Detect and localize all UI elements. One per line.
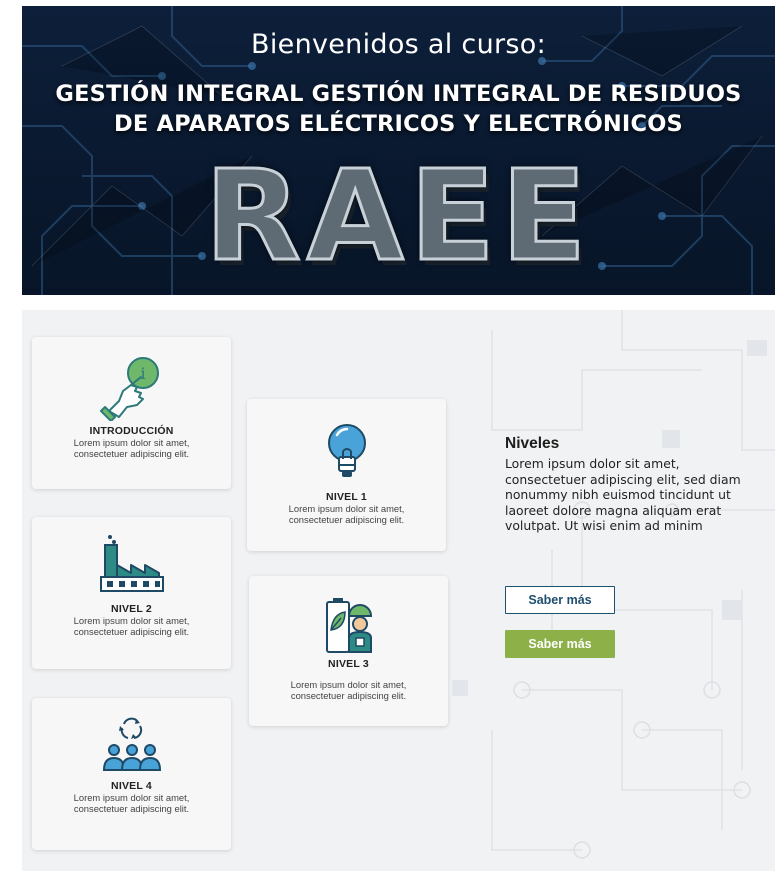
course-title: GESTIÓN INTEGRAL GESTIÓN INTEGRAL DE RES… (22, 79, 775, 139)
card-nivel-4[interactable]: NIVEL 4 Lorem ipsum dolor sit amet, cons… (32, 698, 231, 850)
card-description-line-1: Lorem ipsum dolor sit amet, (288, 503, 405, 514)
niveles-title: Niveles (505, 435, 560, 452)
course-banner: Bienvenidos al curso: GESTIÓN INTEGRAL G… (22, 6, 775, 295)
card-description-line-2: consectetuer adipiscing elit. (73, 448, 190, 459)
factory-icon (99, 535, 164, 592)
raee-logo-text: RAEE (22, 143, 775, 291)
card-description-line-2: consectetuer adipiscing elit. (73, 803, 190, 814)
lightbulb-icon (327, 424, 366, 477)
card-description-line-1: Lorem ipsum dolor sit amet, (290, 679, 407, 690)
card-description-line-1: Lorem ipsum dolor sit amet, (73, 437, 190, 448)
course-title-line-2: DE APARATOS ELÉCTRICOS Y ELECTRÓNICOS (114, 111, 683, 137)
card-title: INTRODUCCIÓN (89, 425, 174, 437)
card-description-line-2: consectetuer adipiscing elit. (73, 626, 190, 637)
card-nivel-3[interactable]: NIVEL 3 Lorem ipsum dolor sit amet, cons… (249, 576, 448, 726)
niveles-section: Niveles Lorem ipsum dolor sit amet, cons… (505, 435, 765, 534)
saber-mas-solid-button[interactable]: Saber más (505, 630, 615, 658)
hand-pointer-info-icon: i (99, 357, 159, 421)
card-title: NIVEL 3 (328, 658, 369, 670)
card-title: NIVEL 2 (111, 603, 152, 615)
recycle-people-icon (102, 717, 161, 771)
card-description-line-2: consectetuer adipiscing elit. (290, 690, 407, 701)
card-description-line-1: Lorem ipsum dolor sit amet, (73, 792, 190, 803)
card-introduccion[interactable]: i INTRODUCCIÓN Lorem ipsum dolor sit ame… (32, 337, 231, 489)
saber-mas-outline-button[interactable]: Saber más (505, 586, 615, 614)
course-title-line-1: GESTIÓN INTEGRAL GESTIÓN INTEGRAL DE RES… (55, 81, 742, 107)
niveles-description: Lorem ipsum dolor sit amet, consectetuer… (505, 456, 741, 533)
card-nivel-2[interactable]: NIVEL 2 Lorem ipsum dolor sit amet, cons… (32, 517, 231, 669)
levels-panel: i INTRODUCCIÓN Lorem ipsum dolor sit ame… (22, 310, 775, 871)
battery-worker-icon (325, 598, 372, 653)
svg-text:i: i (140, 364, 145, 383)
card-nivel-1[interactable]: NIVEL 1 Lorem ipsum dolor sit amet, cons… (247, 399, 446, 551)
card-title: NIVEL 1 (326, 491, 367, 503)
card-title: NIVEL 4 (111, 780, 152, 792)
card-description-line-1: Lorem ipsum dolor sit amet, (73, 615, 190, 626)
banner-welcome-text: Bienvenidos al curso: (251, 29, 546, 60)
card-description-line-2: consectetuer adipiscing elit. (288, 514, 405, 525)
